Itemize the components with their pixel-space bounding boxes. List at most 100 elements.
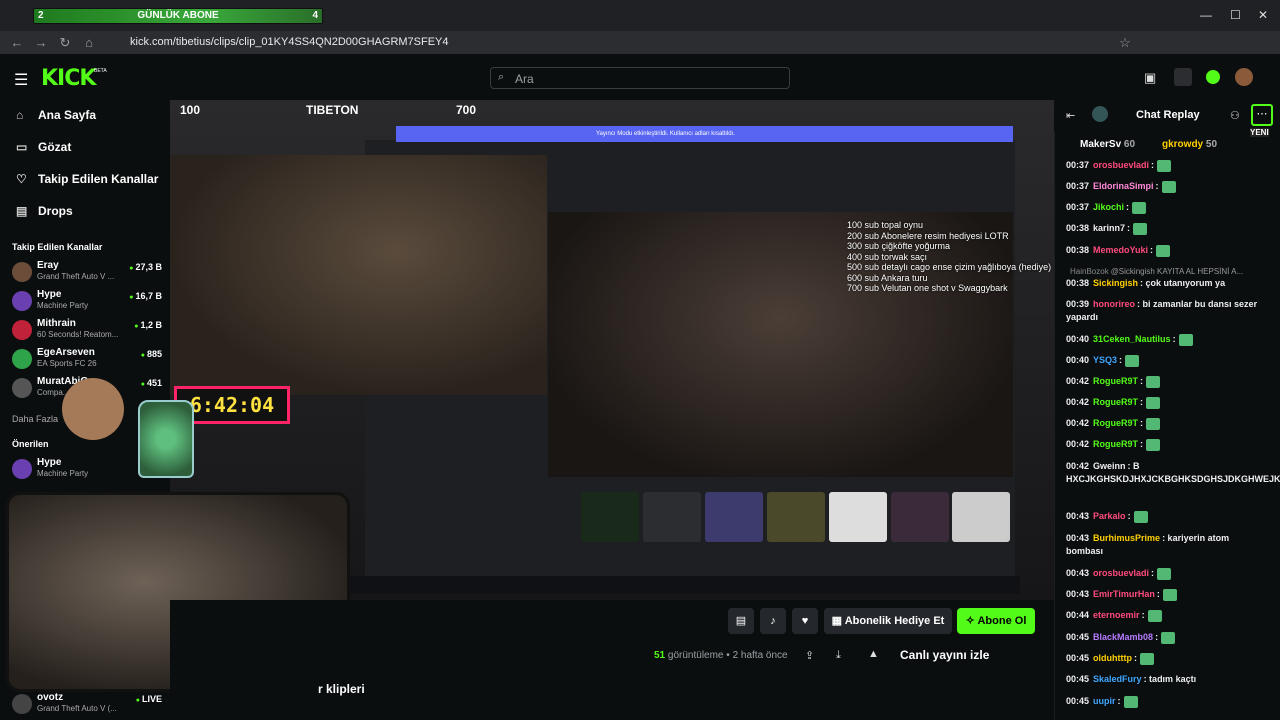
- followed-channel[interactable]: EgeArseven EA Sports FC 26 885: [12, 345, 162, 373]
- call-tile: [643, 492, 701, 542]
- chat-username[interactable]: HainBozok: [1070, 267, 1109, 276]
- avatar: [12, 291, 32, 311]
- chat-username[interactable]: 31Ceken_Nautilus: [1093, 334, 1171, 344]
- emote-icon: [1157, 159, 1172, 172]
- recommended-channel[interactable]: ovotz Grand Theft Auto V (... LIVE: [12, 690, 162, 718]
- chat-username[interactable]: Jikochi: [1093, 202, 1124, 212]
- view-count: 51 görüntüleme • 2 hafta önce: [654, 650, 788, 661]
- nav-following[interactable]: ♡ Takip Edilen Kanallar: [16, 172, 158, 186]
- chat-username[interactable]: MemedoYuki: [1093, 245, 1148, 255]
- chat-username[interactable]: honorireo: [1093, 299, 1135, 309]
- clip-icon[interactable]: ▤: [728, 608, 754, 634]
- chat-message: 00:39 honorireo: bi zamanlar bu dansı sez…: [1066, 298, 1268, 324]
- recommended-title: Önerilen: [12, 439, 49, 449]
- emote-icon: [1156, 244, 1171, 257]
- chat-username[interactable]: YSQ3: [1093, 355, 1117, 365]
- chat-text: @Sickingish KAYITA AL HEPSİNİ A...: [1110, 267, 1244, 276]
- layout-icon[interactable]: [1174, 68, 1192, 86]
- chat-timestamp: 00:44: [1066, 610, 1090, 620]
- chat-timestamp: 00:37: [1066, 202, 1090, 212]
- watch-live-link[interactable]: Canlı yayını izle: [900, 648, 989, 662]
- drops-icon: ▤: [16, 204, 28, 218]
- report-icon[interactable]: ▲: [868, 648, 879, 660]
- chat-username[interactable]: eternoemir: [1093, 610, 1140, 620]
- collapse-chat-icon[interactable]: ⇤: [1066, 109, 1075, 122]
- close-icon[interactable]: ✕: [1258, 8, 1268, 22]
- beta-tag: BETA: [94, 68, 107, 74]
- chat-username[interactable]: orosbuevladi: [1093, 568, 1149, 578]
- chat-title: Chat Replay: [1136, 109, 1200, 121]
- menu-icon[interactable]: ☰: [14, 70, 28, 90]
- followed-channel[interactable]: Mithrain 60 Seconds! Reatom... 1,2 B: [12, 316, 162, 344]
- chat-username[interactable]: EmirTimurHan: [1093, 589, 1155, 599]
- chat-text: :: [1155, 632, 1159, 642]
- nav-home[interactable]: ⌂ Ana Sayfa: [16, 108, 96, 122]
- chat-username[interactable]: Sickingish: [1093, 278, 1138, 288]
- chat-username[interactable]: RogueR9T: [1093, 376, 1138, 386]
- avatar: [12, 262, 32, 282]
- chat-username[interactable]: Parkalo: [1093, 511, 1126, 521]
- chat-text: :: [1140, 418, 1144, 428]
- avatar: [12, 320, 32, 340]
- emote-jar: [138, 400, 194, 478]
- chat-message: 00:43 Parkalo:: [1066, 510, 1268, 523]
- chat-message: 00:45 uupir:: [1066, 695, 1268, 708]
- chat-username[interactable]: RogueR9T: [1093, 439, 1138, 449]
- chat-text: : çok utanıyorum ya: [1140, 278, 1226, 288]
- chat-username[interactable]: EldorinaSimpi: [1093, 181, 1154, 191]
- followed-channel[interactable]: Eray Grand Theft Auto V ... 27,3 B: [12, 258, 162, 286]
- chat-message: 00:38 karinn7:: [1066, 222, 1268, 235]
- chat-message: 00:40 YSQ3:: [1066, 354, 1268, 367]
- chat-username[interactable]: Gweinn: [1093, 461, 1126, 471]
- minimize-icon[interactable]: —: [1200, 8, 1212, 22]
- chat-message: 00:43 EmirTimurHan:: [1066, 588, 1268, 601]
- chat-message: 00:45 SkaledFury: tadım kaçtı: [1066, 673, 1268, 686]
- reload-icon[interactable]: ↻: [54, 31, 76, 54]
- download-icon[interactable]: ⤓: [836, 649, 841, 662]
- chat-username[interactable]: RogueR9T: [1093, 418, 1138, 428]
- chat-username[interactable]: olduhtttp: [1093, 653, 1132, 663]
- chat-text: : tadım kaçtı: [1143, 674, 1197, 684]
- user-avatar[interactable]: [1235, 68, 1253, 86]
- bookmark-star-icon[interactable]: ☆: [1114, 31, 1136, 54]
- chat-username[interactable]: BlackMamb08: [1093, 632, 1153, 642]
- chat-username[interactable]: orosbuevladi: [1093, 160, 1149, 170]
- search-input[interactable]: ⌕ Ara: [490, 67, 790, 89]
- os-taskbar: [350, 576, 1020, 594]
- chat-timestamp: 00:45: [1066, 674, 1090, 684]
- chat-username[interactable]: RogueR9T: [1093, 397, 1138, 407]
- subscribe-button[interactable]: ✧ Abone Ol: [957, 608, 1035, 634]
- chat-message: 00:44 eternoemir:: [1066, 609, 1268, 622]
- chat-username[interactable]: uupir: [1093, 696, 1116, 706]
- chat-username[interactable]: BurhimusPrime: [1093, 533, 1160, 543]
- nav-browse[interactable]: ▭ Gözat: [16, 140, 71, 154]
- emote-icon: [1123, 695, 1138, 708]
- hud-right-value: 700: [456, 103, 477, 117]
- users-icon[interactable]: ⚇: [1230, 109, 1240, 122]
- bell-icon[interactable]: ♪: [760, 608, 786, 634]
- kick-status-icon[interactable]: [1206, 70, 1220, 84]
- webcam-feed-main: [170, 155, 547, 395]
- chat-timestamp: 00:42: [1066, 461, 1090, 471]
- chat-username[interactable]: karinn7: [1093, 223, 1125, 233]
- maximize-icon[interactable]: ☐: [1230, 8, 1241, 22]
- followed-channel[interactable]: Hype Machine Party 16,7 B: [12, 287, 162, 315]
- nav-drops[interactable]: ▤ Drops: [16, 204, 73, 218]
- chat-timestamp: 00:45: [1066, 632, 1090, 642]
- heart-icon[interactable]: ♥: [792, 608, 818, 634]
- back-icon[interactable]: ←: [6, 31, 28, 54]
- show-more-link[interactable]: Daha Fazla: [12, 414, 58, 424]
- share-icon[interactable]: ⇪: [805, 649, 814, 662]
- forward-icon[interactable]: →: [30, 31, 52, 54]
- chat-message: 00:40 31Ceken_Nautilus:: [1066, 333, 1268, 346]
- kick-logo[interactable]: KICK: [41, 66, 96, 91]
- heart-icon: ♡: [16, 172, 27, 186]
- gift-subscription-button[interactable]: ▦ Abonelik Hediye Et: [824, 608, 952, 634]
- url-field[interactable]: kick.com/tibetius/clips/clip_01KY4SS4QN2…: [130, 36, 449, 48]
- theater-icon[interactable]: ▣: [1144, 70, 1156, 86]
- home-icon[interactable]: ⌂: [78, 31, 100, 54]
- chat-text: :: [1134, 653, 1138, 663]
- chat-menu-icon[interactable]: ⋯: [1251, 104, 1273, 126]
- chat-username[interactable]: SkaledFury: [1093, 674, 1142, 684]
- emote-icon: [1147, 609, 1162, 622]
